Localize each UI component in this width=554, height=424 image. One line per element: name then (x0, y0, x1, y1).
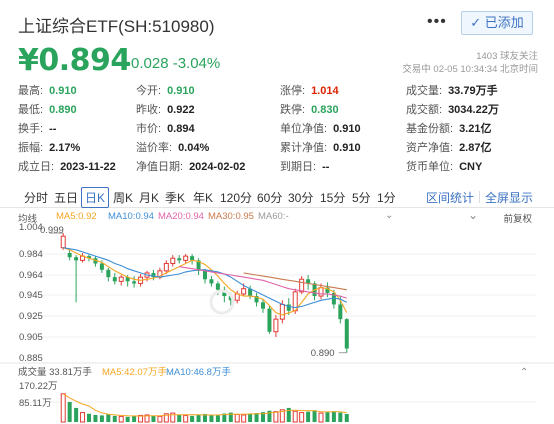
volume-bar (112, 415, 117, 422)
y-tick-label: 0.925 (19, 311, 43, 322)
volume-bar (151, 415, 156, 422)
volume-bar (234, 413, 240, 423)
volume-bar (60, 393, 66, 423)
volume-bar (306, 411, 311, 422)
volume-bar (325, 412, 330, 422)
candle-body (338, 304, 343, 320)
volume-bar (215, 415, 220, 422)
candle-body (344, 319, 349, 349)
y-tick-label: 0.964 (19, 270, 43, 281)
volume-bar (106, 414, 111, 422)
kline-chart[interactable]: 1.0040.9990.9840.9640.9450.9250.9050.885… (0, 0, 554, 424)
candle-body (177, 258, 182, 261)
candle-body (132, 281, 137, 284)
candle-body (318, 287, 324, 297)
candle-body (183, 255, 189, 261)
candle-body (203, 270, 207, 280)
volume-bar (299, 412, 305, 423)
candle-body (118, 276, 124, 282)
volume-bar (132, 416, 137, 422)
volume-bar (125, 416, 130, 422)
volume-bar (80, 412, 86, 423)
candle-body (60, 235, 66, 249)
y-tick-label: 0.885 (19, 353, 43, 364)
volume-bar (312, 410, 317, 422)
volume-max-tick: 170.22万 (19, 381, 58, 392)
y-tick-label: 0.999 (40, 225, 64, 236)
volume-bar (93, 414, 98, 422)
watermark-logo (209, 289, 235, 315)
volume-bar (67, 402, 72, 422)
candle-body (209, 279, 214, 284)
volume-bar (177, 414, 182, 422)
volume-bar (292, 410, 298, 423)
candle-body (286, 304, 291, 311)
candle-body (170, 257, 176, 264)
candle-body (106, 269, 111, 278)
y-tick-label: 0.905 (19, 332, 43, 343)
volume-bar (254, 413, 259, 422)
volume-label: 成交量 33.81万手 (18, 366, 92, 378)
volume-bar (157, 415, 163, 423)
volume-bar (344, 414, 349, 422)
volume-bar (74, 407, 79, 422)
volume-bar (87, 413, 91, 422)
volume-bar (248, 414, 253, 422)
volume-mid-tick: 85.11万 (19, 398, 52, 409)
volume-bar (99, 415, 104, 422)
volume-bar (118, 415, 124, 423)
volume-bar (209, 414, 214, 422)
volume-bar (183, 414, 189, 423)
y-tick-label: 0.945 (19, 290, 43, 301)
volume-bar (273, 411, 279, 423)
candle-body (163, 263, 169, 272)
candle-body (190, 256, 195, 261)
volume-bar (241, 414, 247, 423)
candle-body (241, 288, 247, 295)
candle-body (99, 263, 104, 270)
candle-body (112, 277, 117, 282)
candle-body (273, 318, 279, 333)
volume-bar (318, 412, 324, 423)
y-tick-label: 0.984 (19, 249, 43, 260)
candle-body (74, 257, 79, 261)
volume-bar (190, 415, 195, 422)
volume-ma5-line (62, 393, 347, 417)
volume-ma5: MA5:42.07万手 (102, 366, 167, 378)
candle-body (261, 302, 265, 309)
volume-bar (338, 412, 343, 422)
candle-body (67, 253, 72, 258)
volume-bar (331, 411, 336, 422)
candle-body (215, 283, 220, 290)
volume-ma10: MA10:46.8万手 (166, 366, 231, 378)
volume-chevron-icon: ⌃ (520, 367, 528, 378)
candle-body (299, 278, 305, 293)
candle-body (279, 303, 285, 320)
low-marker-label: 0.890 (311, 348, 335, 359)
volume-bar (196, 414, 201, 422)
candle-body (267, 308, 272, 332)
